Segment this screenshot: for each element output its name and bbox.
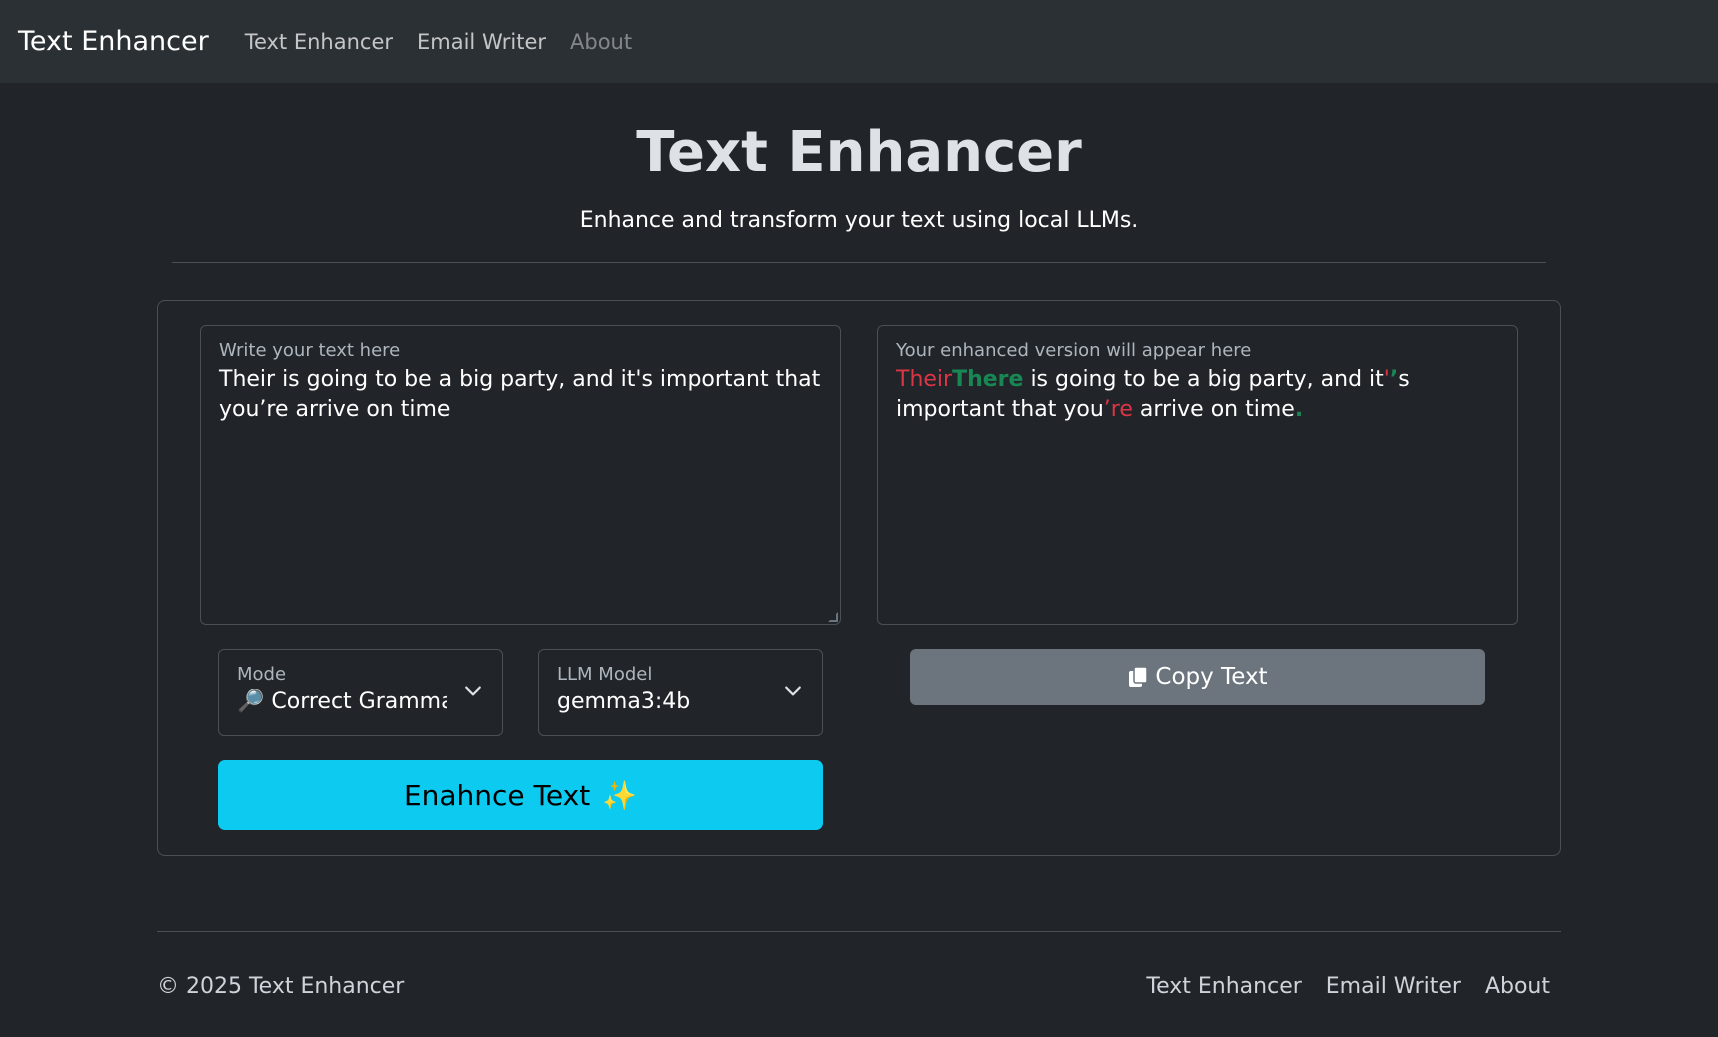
chevron-down-icon [465, 686, 481, 696]
header-divider [172, 262, 1546, 263]
enhance-button-label: Enahnce Text [403, 778, 591, 812]
llm-model-label: LLM Model [557, 664, 653, 685]
input-text[interactable]: Their is going to be a big party, and it… [219, 365, 822, 425]
navbar: Text Enhancer Text Enhancer Email Writer… [0, 0, 1718, 83]
input-label: Write your text here [219, 340, 401, 361]
copy-button-label: Copy Text [1155, 664, 1268, 690]
footer-divider [157, 931, 1561, 932]
copy-icon [1127, 665, 1149, 689]
inserted-segment: ’ [1389, 367, 1399, 392]
page-subtitle: Enhance and transform your text using lo… [579, 208, 1139, 233]
deleted-segment: ’re [1103, 397, 1133, 422]
page-title: Text Enhancer [636, 120, 1082, 185]
footer-link-text-enhancer[interactable]: Text Enhancer [1146, 974, 1301, 999]
footer-link-about[interactable]: About [1485, 974, 1550, 999]
output-segment: is going to be a big party, and it [1023, 367, 1384, 392]
output-segment: arrive on time [1132, 397, 1295, 422]
output-area[interactable]: Your enhanced version will appear here T… [877, 325, 1518, 625]
mode-select[interactable]: Mode 🔎 Correct Grammar [218, 649, 503, 736]
inserted-segment: There [952, 367, 1024, 392]
nav-link-email-writer[interactable]: Email Writer [417, 30, 546, 54]
llm-model-select[interactable]: LLM Model gemma3:4b [538, 649, 823, 736]
deleted-segment: Their [896, 367, 953, 392]
footer-copyright: © 2025 Text Enhancer [157, 974, 405, 999]
mode-label: Mode [237, 664, 287, 685]
nav-link-text-enhancer[interactable]: Text Enhancer [245, 30, 393, 54]
mode-value: 🔎 Correct Grammar [237, 689, 447, 714]
inserted-segment: . [1294, 397, 1304, 422]
nav-link-about[interactable]: About [570, 30, 632, 54]
output-text: TheirThere is going to be a big party, a… [896, 365, 1499, 425]
input-textarea[interactable]: Write your text here Their is going to b… [200, 325, 841, 625]
enhance-text-button[interactable]: Enahnce Text ✨ [218, 760, 823, 830]
copy-text-button[interactable]: Copy Text [910, 649, 1485, 705]
chevron-down-icon [785, 686, 801, 696]
resize-handle[interactable] [828, 612, 838, 622]
navbar-brand[interactable]: Text Enhancer [18, 26, 209, 57]
footer-links: Text Enhancer Email Writer About [1146, 974, 1550, 999]
sparkles-icon: ✨ [602, 778, 638, 812]
llm-model-value: gemma3:4b [557, 689, 691, 714]
footer-link-email-writer[interactable]: Email Writer [1326, 974, 1461, 999]
output-label: Your enhanced version will appear here [896, 340, 1252, 361]
